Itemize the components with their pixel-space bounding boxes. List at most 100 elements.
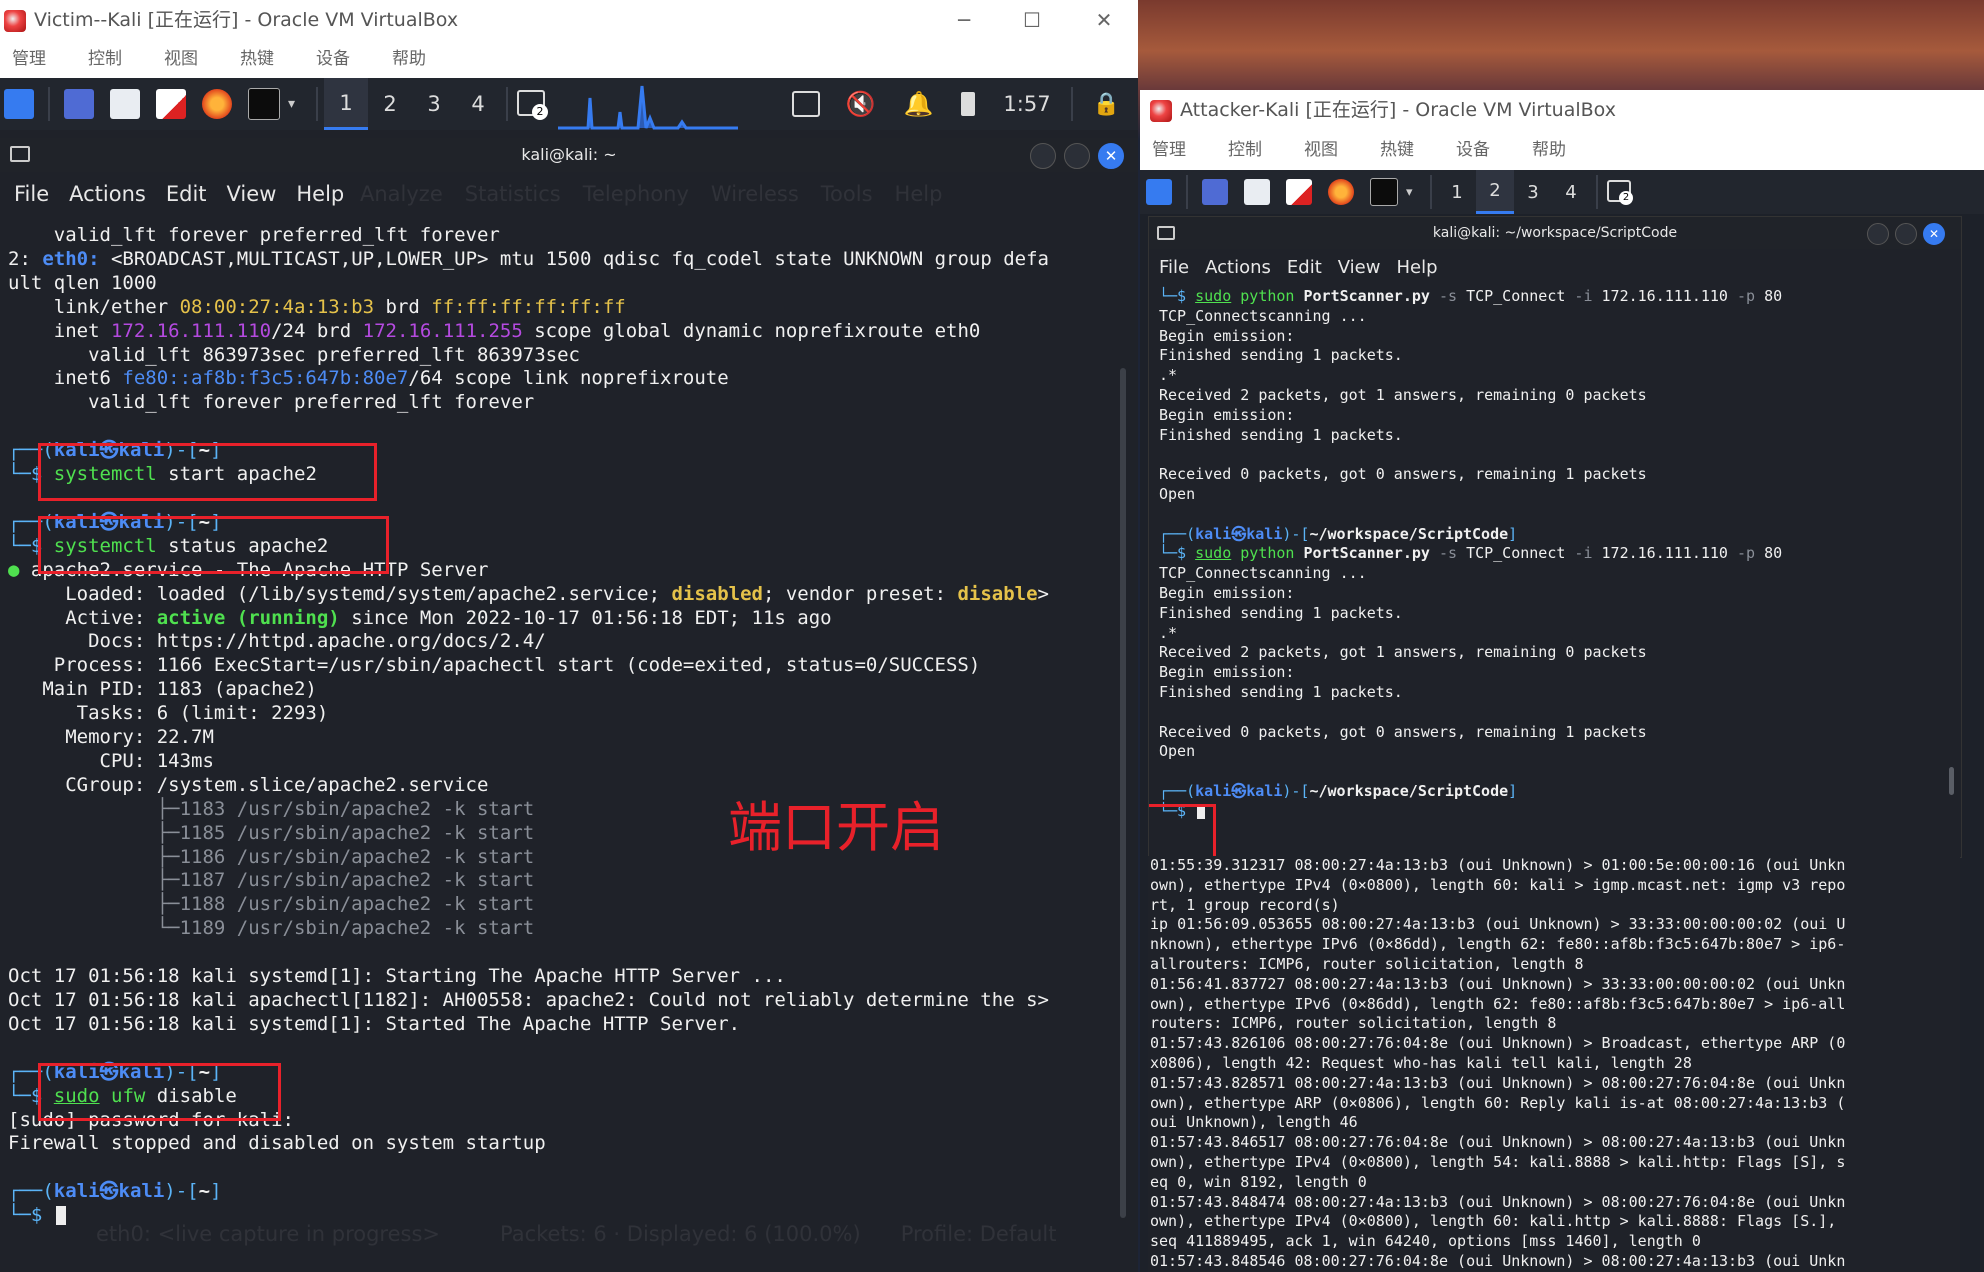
workspace-1[interactable]: 1 [1438,170,1476,214]
files-icon[interactable] [110,89,140,119]
text-cursor [55,1206,67,1226]
minimize-icon[interactable]: ─ [936,0,992,40]
kali-menu-icon[interactable] [1146,179,1172,205]
window-count-badge: 2 [1619,191,1633,205]
screenshot-icon[interactable] [791,91,820,117]
terminal-title: kali@kali: ~ [521,145,617,164]
menu-help[interactable]: Help [1396,249,1437,287]
menu-view[interactable]: View [1338,249,1381,287]
background-wireshark-menu: Analyze Statistics Telephony Wireless Tools H… [360,182,943,206]
kali-top-panel: ▾ 1 2 3 4 2 [1140,170,1984,214]
maximize-icon[interactable] [1064,143,1090,169]
menu-file[interactable]: File [14,172,49,216]
panel-separator [48,87,50,121]
text-editor-icon[interactable] [156,89,186,119]
menu-edit[interactable]: Edit [166,172,207,216]
vm-menu-control[interactable]: 控制 [1228,130,1262,170]
panel-separator [1596,175,1598,209]
workspace-2[interactable]: 2 [1476,170,1514,214]
menu-edit[interactable]: Edit [1287,249,1322,287]
maximize-icon[interactable]: ☐ [1004,0,1060,40]
vm-menu-manage[interactable]: 管理 [12,40,46,78]
vm-menu-help[interactable]: 帮助 [1532,130,1566,170]
close-icon[interactable]: ✕ [1923,223,1945,245]
workspace-4[interactable]: 4 [1552,170,1590,214]
scrollbar[interactable] [1120,368,1126,1218]
vm-menu-help[interactable]: 帮助 [392,40,426,78]
panel-separator [506,87,508,121]
vm-menu-bar: 管理 控制 视图 热键 设备 帮助 [1140,130,1984,170]
vm-menu-devices[interactable]: 设备 [1456,130,1490,170]
mute-icon[interactable]: 🔇 [846,90,876,118]
terminal-icon[interactable] [1370,178,1398,206]
attacker-vm-window: Attacker-Kali [正在运行] - Oracle VM Virtual… [1140,90,1984,1272]
menu-file[interactable]: File [1159,249,1189,287]
firefox-icon[interactable] [1328,179,1354,205]
battery-icon[interactable] [961,92,976,116]
vm-menu-view[interactable]: 视图 [1304,130,1338,170]
terminal-title-bar[interactable]: kali@kali: ~ ✕ [0,138,1138,172]
window-list-icon[interactable]: 2 [1604,176,1636,208]
workspace-4[interactable]: 4 [456,78,500,130]
workspace-3[interactable]: 3 [412,78,456,130]
firefox-icon[interactable] [202,89,232,119]
show-desktop-icon[interactable] [1202,179,1228,205]
tcpdump-terminal: 01:55:39.312317 08:00:27:4a:13:b3 (oui U… [1148,856,1960,1272]
bell-icon[interactable]: 🔔 [904,90,934,118]
workspace-1[interactable]: 1 [324,78,368,130]
window-count-badge: 2 [532,104,548,120]
text-editor-icon[interactable] [1286,179,1312,205]
clock[interactable]: 1:57 [1003,92,1050,116]
terminal-output[interactable]: └─$ sudo python PortScanner.py -s TCP_Co… [1159,287,1782,822]
terminal-menu-bar: File Actions Edit View Help [1149,249,1961,287]
panel-separator [316,87,318,121]
menu-actions[interactable]: Actions [1205,249,1271,287]
annotation-text: 端口开启 [728,796,944,859]
annotation-box [38,1063,281,1121]
minimize-icon[interactable] [1030,143,1056,169]
victim-terminal: kali@kali: ~ ✕ File Actions Edit View Help A… [0,138,1138,1272]
tcpdump-output[interactable]: 01:55:39.312317 08:00:27:4a:13:b3 (oui U… [1150,856,1845,1272]
window-list-icon[interactable]: 2 [514,86,550,122]
panel-separator [1186,175,1188,209]
terminal-title: kali@kali: ~/workspace/ScriptCode [1432,225,1678,241]
scrollbar[interactable] [1949,767,1954,795]
virtualbox-icon [1150,100,1172,122]
vm-title-bar[interactable]: Attacker-Kali [正在运行] - Oracle VM Virtual… [1140,90,1984,130]
minimize-icon[interactable] [1867,223,1889,245]
vm-menu-hotkeys[interactable]: 热键 [240,40,274,78]
chevron-down-icon[interactable]: ▾ [288,96,310,112]
vm-menu-view[interactable]: 视图 [164,40,198,78]
lock-icon[interactable]: 🔒 [1093,92,1120,117]
annotation-box [38,516,389,574]
background-status-bar: eth0: <live capture in progress> Packets:… [96,1222,1057,1246]
cpu-graph [558,85,738,130]
workspace-3[interactable]: 3 [1514,170,1552,214]
close-icon[interactable]: ✕ [1098,143,1124,169]
vm-title-bar[interactable]: Victim--Kali [正在运行] - Oracle VM VirtualB… [0,0,1138,40]
vm-menu-bar: 管理 控制 视图 热键 设备 帮助 [0,40,1138,78]
vm-menu-devices[interactable]: 设备 [316,40,350,78]
annotation-box [38,443,377,501]
virtualbox-icon [4,10,26,32]
terminal-icon[interactable] [248,88,280,120]
vm-menu-manage[interactable]: 管理 [1152,130,1186,170]
menu-actions[interactable]: Actions [69,172,146,216]
kali-menu-icon[interactable] [4,89,34,119]
panel-separator [1070,87,1073,121]
workspace-2[interactable]: 2 [368,78,412,130]
maximize-icon[interactable] [1895,223,1917,245]
terminal-title-bar[interactable]: kali@kali: ~/workspace/ScriptCode ✕ [1149,217,1961,249]
show-desktop-icon[interactable] [64,89,94,119]
vm-title: Victim--Kali [正在运行] - Oracle VM VirtualB… [34,9,459,31]
menu-help[interactable]: Help [296,172,344,216]
menu-view[interactable]: View [227,172,277,216]
chevron-down-icon[interactable]: ▾ [1406,185,1424,200]
close-icon[interactable]: ✕ [1076,0,1132,40]
victim-vm-window: Victim--Kali [正在运行] - Oracle VM VirtualB… [0,0,1138,1272]
vm-menu-hotkeys[interactable]: 热键 [1380,130,1414,170]
terminal-menu-bar: File Actions Edit View Help Analyze Statistic… [0,172,1138,216]
files-icon[interactable] [1244,179,1270,205]
vm-menu-control[interactable]: 控制 [88,40,122,78]
attacker-terminal: kali@kali: ~/workspace/ScriptCode ✕ File… [1148,216,1962,858]
